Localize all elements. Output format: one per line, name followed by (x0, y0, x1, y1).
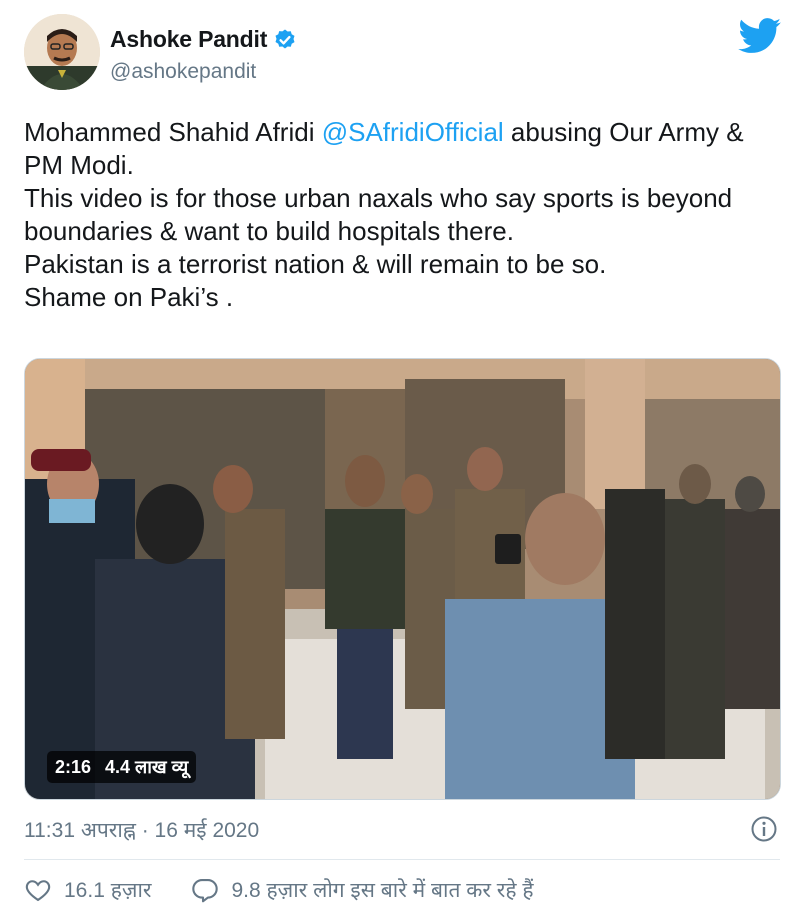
tweet-card: Ashoke Pandit @ashokepandit Mohammed Sha… (0, 0, 800, 924)
video-player[interactable]: 2:16 4.4 लाख व्यू (24, 358, 781, 800)
like-count: 16.1 हज़ार (64, 879, 152, 902)
avatar[interactable] (24, 14, 100, 90)
tweet-text: Mohammed Shahid Afridi @SAfridiOfficial … (24, 116, 784, 314)
heart-icon (25, 880, 51, 902)
tweet-timestamp[interactable]: 11:31 अपराह्न · 16 मई 2020 (24, 816, 259, 844)
tweet-text-part: Mohammed Shahid Afridi (24, 117, 322, 147)
divider (24, 859, 780, 860)
action-bar: 16.1 हज़ार 9.8 हज़ार लोग इस बारे में बात… (24, 876, 534, 904)
verified-badge-icon (275, 29, 295, 48)
like-button[interactable]: 16.1 हज़ार (24, 876, 151, 904)
author-name[interactable]: Ashoke Pandit (110, 26, 267, 53)
comment-icon (192, 879, 219, 903)
author-name-row: Ashoke Pandit (110, 26, 297, 53)
video-views: 4.4 लाख व्यू (105, 757, 189, 777)
conversation-count: 9.8 हज़ार लोग इस बारे में बात कर रहे हैं (231, 879, 534, 902)
video-stats-badge: 2:16 4.4 लाख व्यू (47, 751, 197, 783)
twitter-bird-icon[interactable] (738, 18, 782, 54)
author-handle[interactable]: @ashokepandit (110, 60, 256, 84)
video-duration: 2:16 (55, 756, 92, 777)
info-icon[interactable] (750, 815, 778, 843)
video-thumbnail (25, 359, 780, 799)
avatar-image (24, 14, 100, 90)
conversation-button[interactable]: 9.8 हज़ार लोग इस बारे में बात कर रहे हैं (191, 876, 534, 904)
mention-link[interactable]: @SAfridiOfficial (322, 117, 504, 147)
